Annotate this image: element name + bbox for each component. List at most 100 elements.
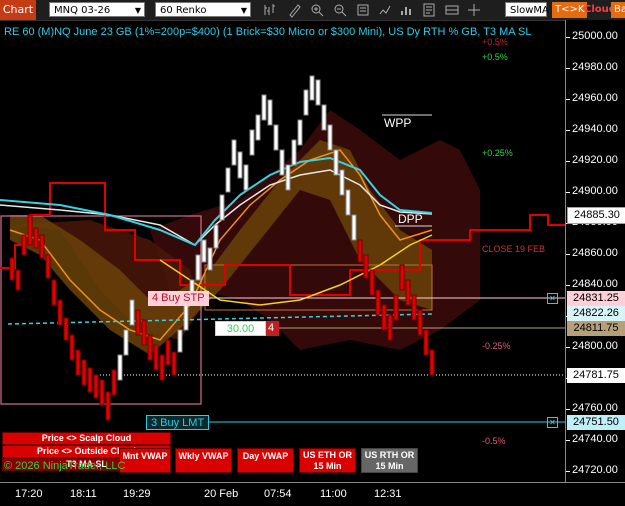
properties-icon[interactable] <box>355 2 371 18</box>
daily-pivot-label: DPP <box>398 212 423 226</box>
bear-brick <box>27 214 33 246</box>
bull-brick <box>267 99 273 126</box>
price-tick-mark <box>566 409 570 410</box>
weekly-vwap-button[interactable]: Wkly VWAP <box>175 448 232 473</box>
us-rth-opening-range-button[interactable]: US RTH OR 15 Min <box>361 448 418 473</box>
monthly-vwap-button[interactable]: Mnt VWAP <box>119 448 171 473</box>
chevron-down-icon: ▼ <box>240 6 247 15</box>
order-count-badge[interactable]: 4 <box>266 321 279 336</box>
bear-brick <box>399 264 405 291</box>
indicator-selector[interactable]: SlowMA <box>505 2 549 17</box>
chart-toolbar: Chart MNQ 03-26 ▼ 60 Renko ▼ SlowMA T<>K… <box>0 0 625 21</box>
buy-limit-order-label[interactable]: 3 Buy LMT <box>146 415 210 430</box>
bull-brick <box>279 149 285 176</box>
price-tick-label: 24980.00 <box>572 61 618 73</box>
zoom-out-icon[interactable] <box>332 2 348 18</box>
time-tick: 12:31 <box>374 488 402 500</box>
bull-brick <box>273 124 279 151</box>
bull-brick <box>183 304 189 331</box>
chart-canvas <box>0 75 565 423</box>
bear-brick <box>39 234 45 259</box>
bear-brick <box>75 349 81 376</box>
order-quantity-box[interactable]: 30.00 <box>215 321 266 336</box>
buy-stop-price-label: 24831.25 <box>567 291 625 306</box>
bear-brick <box>387 314 393 341</box>
indicators-icon[interactable] <box>399 2 415 18</box>
weekly-pivot-label: WPP <box>384 116 412 130</box>
bear-brick <box>369 269 375 296</box>
strategy-icon[interactable] <box>377 2 393 18</box>
bull-brick <box>327 124 333 151</box>
bear-brick <box>423 329 429 356</box>
bear-brick <box>111 369 117 396</box>
time-tick: 19:29 <box>123 488 151 500</box>
current-price-label: 24885.30 <box>567 207 625 224</box>
bull-brick <box>195 254 201 281</box>
price-tick-label: 24920.00 <box>572 154 618 166</box>
bear-brick <box>153 344 159 371</box>
bear-brick <box>381 304 387 331</box>
price-chart[interactable] <box>0 20 565 482</box>
bull-brick <box>339 169 345 196</box>
bar-toggle-button[interactable]: Bar <box>611 2 625 18</box>
bear-brick <box>135 309 141 336</box>
price-tick-label: 24740.00 <box>572 433 618 445</box>
bull-brick <box>213 224 219 249</box>
bull-brick <box>231 139 237 166</box>
day-vwap-button[interactable]: Day VWAP <box>237 448 294 473</box>
prior-close-label: CLOSE 19 FEB <box>482 244 546 254</box>
price-tick-label: 24800.00 <box>572 340 618 352</box>
price-tick-mark <box>566 192 570 193</box>
bear-brick <box>141 319 147 346</box>
bear-brick <box>69 334 75 361</box>
bear-brick <box>105 391 111 421</box>
scalp-cloud-button[interactable]: Price <> Scalp Cloud <box>2 432 171 445</box>
pct-level-label: -0.5% <box>482 436 506 446</box>
time-axis[interactable]: 17:20 18:11 19:29 20 Feb 07:54 11:00 12:… <box>0 482 625 506</box>
chart-menu-button[interactable]: Chart <box>0 0 36 20</box>
us-eth-opening-range-button[interactable]: US ETH OR 15 Min <box>299 448 356 473</box>
bear-brick <box>51 279 57 306</box>
data-box-icon[interactable] <box>444 2 460 18</box>
bar-type-selector[interactable]: 60 Renko ▼ <box>155 2 251 17</box>
price-tick-label: 24760.00 <box>572 402 618 414</box>
bull-brick <box>219 194 225 221</box>
instrument-selector[interactable]: MNQ 03-26 ▼ <box>49 2 145 17</box>
bear-brick <box>147 334 153 361</box>
price-tick-label: 25000.00 <box>572 30 618 42</box>
bear-brick <box>21 234 27 256</box>
price-tick-mark <box>566 254 570 255</box>
price-tick-mark <box>566 285 570 286</box>
price-tick-label: 24840.00 <box>572 278 618 290</box>
time-tick: 17:20 <box>15 488 43 500</box>
chevron-down-icon: ▼ <box>134 6 141 15</box>
price-tick-mark <box>566 347 570 348</box>
time-tick: 18:11 <box>70 488 97 500</box>
close-icon[interactable]: ✕ <box>547 417 558 428</box>
bull-brick <box>297 119 303 146</box>
bar-style-icon[interactable] <box>262 2 278 18</box>
price-tick-label: 24860.00 <box>572 247 618 259</box>
bear-brick <box>15 269 21 291</box>
drawing-tools-icon[interactable] <box>287 2 303 18</box>
price-tick-label: 24900.00 <box>572 185 618 197</box>
bear-brick <box>45 254 51 279</box>
crosshair-icon[interactable] <box>466 2 482 18</box>
bear-brick <box>9 257 15 281</box>
bear-brick <box>363 254 369 279</box>
bear-brick <box>429 349 435 376</box>
bull-brick <box>345 189 351 216</box>
close-icon[interactable]: ✕ <box>547 293 558 304</box>
bull-brick <box>243 164 249 191</box>
price-tick-mark <box>566 68 570 69</box>
time-tick: 11:00 <box>320 488 347 500</box>
bull-brick <box>177 329 183 353</box>
buy-stop-order-label[interactable]: 4 Buy STP <box>148 291 209 306</box>
bull-brick <box>123 329 129 356</box>
price-axis[interactable]: 25000.00 24980.00 24960.00 24940.00 24920.00… <box>565 20 625 482</box>
vwap-price-label: 24822.26 <box>567 306 625 321</box>
templates-icon[interactable] <box>421 2 437 18</box>
bear-brick <box>411 294 417 321</box>
price-tick-mark <box>566 130 570 131</box>
zoom-in-icon[interactable] <box>309 2 325 18</box>
